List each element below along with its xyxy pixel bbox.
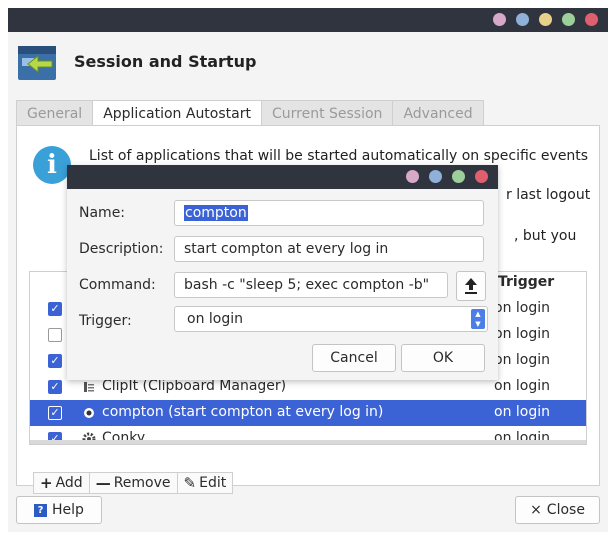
name-label: Name: [79,205,126,221]
enable-checkbox[interactable]: ✓ [48,380,62,394]
row-trigger: on login [494,404,550,420]
dialog-window-controls [406,170,488,183]
command-field[interactable]: bash -c "sleep 5; exec compton -b" [174,272,448,298]
row-trigger: on login [494,352,550,368]
dialog-titlebar[interactable] [67,165,498,189]
tab-application-autostart[interactable]: Application Autostart [92,100,261,126]
help-label: Help [52,502,84,518]
close-label: Close [546,502,585,518]
trigger-label: Trigger: [79,313,132,329]
dialog-close-dot[interactable] [475,170,488,183]
close-dot[interactable] [585,13,598,26]
tab-advanced[interactable]: Advanced [392,100,484,126]
remove-button[interactable]: — Remove [90,473,178,493]
trigger-select[interactable]: on login ▲ ▼ [174,306,488,332]
edit-button[interactable]: ✎ Edit [178,473,233,493]
upload-icon [465,278,477,294]
add-label: Add [55,475,83,491]
name-field[interactable]: compton [174,200,484,226]
close-icon: × [530,502,542,518]
info-text-line-1: List of applications that will be starte… [89,148,589,164]
row-label: compton (start compton at every log in) [102,404,384,420]
enable-checkbox[interactable]: ✓ [48,406,62,420]
ok-button[interactable]: OK [401,344,485,372]
cancel-button[interactable]: Cancel [312,344,396,372]
dialog-dot-1[interactable] [406,170,419,183]
info-icon: i [33,146,71,184]
tab-current-session[interactable]: Current Session [260,100,393,126]
dialog-dot-2[interactable] [429,170,442,183]
add-button[interactable]: + Add [34,473,90,493]
trigger-selected-value: on login [187,311,243,327]
row-trigger: on login [494,300,550,316]
window-controls [493,13,598,26]
info-text-line-2: r last logout [506,187,591,203]
close-button[interactable]: × Close [515,496,600,524]
window-dot-2[interactable] [516,13,529,26]
list-toolbar: + Add — Remove ✎ Edit [33,472,234,494]
horizontal-scrollbar[interactable] [30,440,586,444]
enable-checkbox[interactable]: ✓ [48,302,62,316]
dialog-maximize-dot[interactable] [452,170,465,183]
ok-label: OK [432,350,454,366]
tab-general[interactable]: General [16,100,93,126]
enable-checkbox[interactable] [48,328,62,342]
column-header-trigger[interactable]: Trigger [498,274,554,290]
plus-icon: + [40,474,53,492]
info-text-line-3: , but you [514,228,577,244]
edit-label: Edit [199,475,227,491]
description-label: Description: [79,241,164,257]
session-startup-icon [18,46,56,80]
pencil-icon: ✎ [183,474,197,492]
clipboard-icon [82,380,96,394]
remove-label: Remove [113,475,171,491]
name-value: compton [184,205,248,221]
help-icon: ? [34,503,48,517]
edit-application-dialog: Name: compton Description: start compton… [67,165,498,380]
command-label: Command: [79,277,156,293]
cancel-label: Cancel [330,350,378,366]
browse-command-button[interactable] [456,271,486,301]
row-label: ClipIt (Clipboard Manager) [102,378,287,394]
row-trigger: on login [494,378,550,394]
list-item-selected[interactable]: ✓ compton (start compton at every log in… [30,400,586,426]
chevron-updown-icon: ▲ ▼ [471,309,485,329]
minus-icon: — [95,474,111,492]
tab-bar: General Application Autostart Current Se… [16,100,484,126]
help-button[interactable]: ? Help [16,496,102,524]
window-titlebar[interactable] [8,8,608,32]
app-dot-icon [82,406,96,420]
minimize-dot[interactable] [539,13,552,26]
row-trigger: on login [494,326,550,342]
maximize-dot[interactable] [562,13,575,26]
window-title: Session and Startup [74,52,257,71]
enable-checkbox[interactable]: ✓ [48,354,62,368]
window-dot-1[interactable] [493,13,506,26]
description-field[interactable]: start compton at every log in [174,236,484,262]
